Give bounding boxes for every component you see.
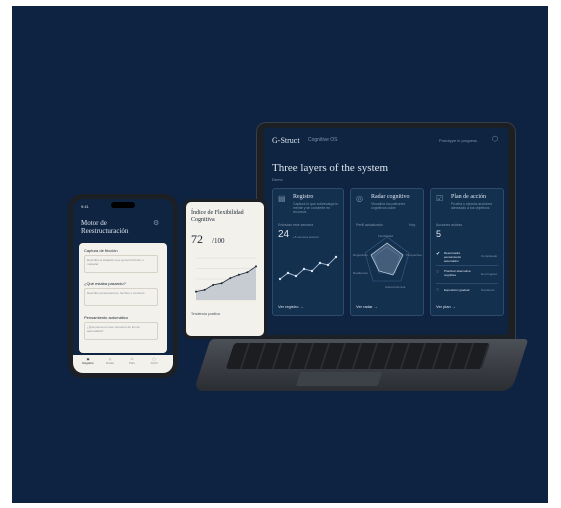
metric-label: Entradas este semana [278, 223, 314, 227]
document-icon: ▤ [278, 194, 286, 203]
circle-icon: ○ [436, 287, 440, 293]
chart-legend: Tendencia positiva [191, 312, 220, 316]
circle-icon: ○ [436, 269, 440, 275]
metric-label: Acciones activas [436, 223, 463, 227]
section-label: Captura de fricción [84, 248, 118, 253]
thought-input[interactable]: ¿Qué pensé en ese momento de forma autom… [84, 322, 158, 340]
section-label: Pensamiento automático [84, 315, 129, 320]
radar-label: Resiliencia [353, 271, 368, 275]
friction-input[interactable]: Describe la situación que generó fricció… [84, 255, 158, 273]
tab-registro[interactable]: ▣ Registro [81, 357, 95, 365]
radar-icon: ◎ [356, 194, 363, 203]
card-desc: Visualiza tus patrones cognitivos clave [371, 202, 406, 210]
data-point [237, 273, 240, 276]
laptop-keyboard [225, 343, 491, 369]
tab-plan[interactable]: ☑ Plan [125, 357, 139, 365]
check-icon: ✔ [436, 251, 441, 257]
card-plan[interactable]: ☑ Plan de acción Prueba y ejecuta accion… [430, 188, 504, 316]
card-link[interactable]: Ver plan → [436, 304, 456, 309]
phone-form: Captura de fricción Describe la situació… [79, 243, 167, 353]
context-input[interactable]: Describe pensamientos, hechos o contexto [84, 288, 158, 306]
laptop-screen: G-Struct Cognitive OS Prototype in progr… [264, 128, 508, 335]
metric-note: +5 semana anterior [293, 235, 319, 239]
radar-label: Flexibilidad [378, 234, 394, 238]
checkbox-icon: ☑ [436, 194, 444, 203]
radar-chart [364, 236, 410, 282]
card-title: Plan de acción [451, 194, 486, 200]
data-point [246, 271, 249, 274]
metric-value: 5 [436, 229, 442, 239]
sparkline [278, 255, 338, 281]
action-label: Practicar alternativa cognitiva [444, 269, 471, 277]
data-point [212, 283, 215, 286]
card-radar[interactable]: ◎ Radar cognitivo Visualiza tus patrones… [350, 188, 424, 316]
brand-logo: G-Struct [272, 136, 300, 145]
action-status: Completado [481, 254, 498, 258]
tab-bar: ▣ Registro ◎ Radar ☑ Plan ◯ Perfil [73, 355, 173, 373]
action-item[interactable]: ✔ Reencuadre pensamiento automático Comp… [436, 251, 498, 266]
phone-screen: 9:41 Motor de Reestructuración ⚙ Captura… [73, 199, 173, 373]
metric-note: Hoy [409, 223, 416, 227]
tab-radar[interactable]: ◎ Radar [103, 357, 117, 365]
action-list: ✔ Reencuadre pensamiento automático Comp… [436, 251, 498, 299]
product-name: Cognitive OS [308, 137, 338, 143]
card-title: Registro [293, 194, 314, 200]
action-item[interactable]: ○ Exposición gradual Pendiente [436, 287, 498, 299]
action-label: Reencuadre pensamiento automático [444, 251, 462, 263]
data-point [255, 265, 257, 268]
data-point [195, 290, 197, 293]
laptop-trackpad [295, 372, 383, 386]
radar-label: Perspectiva [406, 253, 422, 257]
action-label: Exposición gradual [444, 288, 470, 292]
page-title: Three layers of the system [272, 162, 389, 174]
card-registro[interactable]: ▤ Registro Captura lo que sobrecarga tu … [272, 188, 344, 316]
action-status: En progreso [481, 272, 498, 276]
background-panel: G-Struct Cognitive OS Prototype in progr… [12, 6, 548, 503]
card-link[interactable]: Ver registro → [278, 304, 304, 309]
tab-perfil[interactable]: ◯ Perfil [147, 357, 161, 365]
data-point [220, 282, 223, 285]
card-desc: Prueba y ejecuta acciones alineadas a tu… [451, 202, 493, 210]
tablet-device: Índice de Flexibilidad Cognitiva 72 /100… [183, 199, 267, 339]
phone-title: Motor de Reestructuración [81, 219, 129, 236]
data-point [229, 277, 232, 280]
nav-status: Prototype in progress [439, 138, 478, 143]
metric-label: Perfil actualizado [356, 223, 383, 227]
metric-value: 24 [278, 229, 290, 240]
card-link[interactable]: Ver radar → [356, 304, 378, 309]
section-label: ¿Qué estaba pasando? [84, 281, 126, 286]
card-desc: Captura lo que sobrecarga tu mente y se … [293, 202, 339, 214]
index-title: Índice de Flexibilidad Cognitiva [191, 210, 244, 223]
page-sub: Demo [272, 177, 283, 182]
radar-label: Regulación [353, 253, 369, 257]
action-status: Pendiente [481, 288, 495, 292]
data-point [203, 288, 206, 291]
index-chart [195, 257, 257, 301]
index-score: 72 [191, 232, 203, 246]
action-item[interactable]: ○ Practicar alternativa cognitiva En pro… [436, 269, 498, 284]
gear-icon[interactable]: ⚙ [153, 219, 159, 227]
status-time: 9:41 [81, 204, 89, 209]
card-title: Radar cognitivo [371, 194, 410, 200]
dynamic-island [111, 202, 135, 208]
index-score-total: /100 [212, 237, 225, 245]
radar-label: Autoconciencia [385, 285, 406, 289]
cube-icon[interactable]: ⬡ [492, 135, 498, 143]
